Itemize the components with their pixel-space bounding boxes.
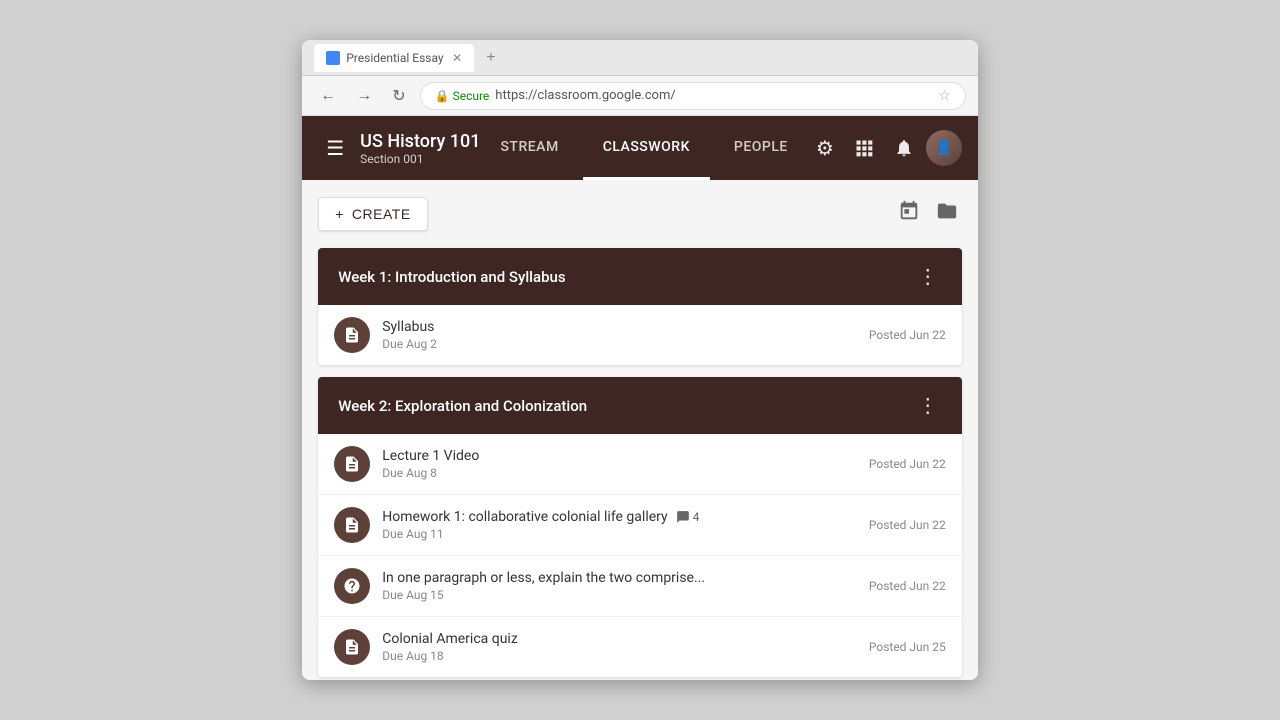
nav-classwork[interactable]: CLASSWORK	[583, 116, 710, 180]
reload-button[interactable]: ↻	[386, 84, 411, 108]
comment-count: 4	[693, 510, 700, 524]
tab-favicon	[326, 51, 340, 65]
assignment-paragraph-posted: Posted Jun 22	[869, 579, 946, 593]
secure-badge: 🔒 Secure	[435, 89, 490, 103]
assignment-syllabus-posted: Posted Jun 22	[869, 328, 946, 342]
address-bar[interactable]: 🔒 Secure https://classroom.google.com/ ☆	[420, 82, 966, 110]
assignment-syllabus-title: Syllabus	[382, 319, 434, 335]
assignment-paragraph-question[interactable]: In one paragraph or less, explain the tw…	[318, 556, 962, 617]
assignment-homework1[interactable]: Homework 1: collaborative colonial life …	[318, 495, 962, 556]
assignment-icon-lecture1	[334, 446, 370, 482]
assignment-homework1-posted: Posted Jun 22	[869, 518, 946, 532]
assignment-colonial-quiz-title-row: Colonial America quiz	[382, 631, 857, 647]
assignment-homework1-title-row: Homework 1: collaborative colonial life …	[382, 509, 857, 525]
assignment-homework1-due: Due Aug 11	[382, 527, 857, 541]
assignment-lecture1-due: Due Aug 8	[382, 466, 857, 480]
tab-close-button[interactable]: ✕	[452, 51, 462, 65]
top-nav: ☰ US History 101 Section 001 STREAM CLAS…	[302, 116, 978, 180]
assignment-paragraph-info: In one paragraph or less, explain the tw…	[382, 570, 857, 602]
topic-week2-header: Week 2: Exploration and Colonization ⋮	[318, 377, 962, 434]
apps-button[interactable]	[846, 130, 882, 166]
assignment-colonial-quiz-info: Colonial America quiz Due Aug 18	[382, 631, 857, 663]
topic-week1-header: Week 1: Introduction and Syllabus ⋮	[318, 248, 962, 305]
assignment-lecture1-title-row: Lecture 1 Video	[382, 448, 857, 464]
calendar-icon-button[interactable]	[894, 196, 924, 232]
bookmark-icon[interactable]: ☆	[938, 88, 951, 104]
assignment-syllabus-info: Syllabus Due Aug 2	[382, 319, 857, 351]
hamburger-button[interactable]: ☰	[318, 128, 352, 169]
assignment-colonial-quiz-due: Due Aug 18	[382, 649, 857, 663]
course-title: US History 101	[360, 131, 480, 152]
nav-icons: ⚙ 👤	[808, 128, 962, 169]
assignment-icon-colonial-quiz	[334, 629, 370, 665]
nav-links: STREAM CLASSWORK PEOPLE	[480, 116, 807, 180]
tab-title: Presidential Essay	[346, 51, 443, 65]
assignment-lecture1-title: Lecture 1 Video	[382, 448, 479, 464]
assignment-paragraph-title-row: In one paragraph or less, explain the tw…	[382, 570, 857, 586]
course-title-block: US History 101 Section 001	[360, 131, 480, 166]
nav-stream[interactable]: STREAM	[480, 116, 578, 180]
assignment-colonial-quiz-title: Colonial America quiz	[382, 631, 518, 647]
folder-icon-button[interactable]	[932, 196, 962, 232]
topic-week1-title: Week 1: Introduction and Syllabus	[338, 268, 565, 286]
new-tab-button[interactable]: +	[482, 49, 499, 67]
comment-badge: 4	[676, 510, 700, 524]
forward-button[interactable]: →	[350, 85, 378, 107]
create-plus-icon: +	[335, 206, 344, 222]
nav-people[interactable]: PEOPLE	[714, 116, 808, 180]
url-text: https://classroom.google.com/	[495, 88, 675, 103]
assignment-paragraph-title: In one paragraph or less, explain the tw…	[382, 570, 705, 586]
lock-icon: 🔒	[435, 89, 450, 103]
main-area[interactable]: + CREATE	[302, 180, 978, 680]
topic-week1: Week 1: Introduction and Syllabus ⋮	[318, 248, 962, 365]
back-button[interactable]: ←	[314, 85, 342, 107]
topic-week2-menu-button[interactable]: ⋮	[914, 391, 942, 420]
avatar[interactable]: 👤	[926, 130, 962, 166]
toolbar-row: + CREATE	[318, 196, 962, 232]
content-wrapper: + CREATE	[302, 196, 978, 680]
assignment-lecture1-posted: Posted Jun 22	[869, 457, 946, 471]
create-label: CREATE	[352, 206, 411, 222]
assignment-icon-homework1	[334, 507, 370, 543]
topic-week2-assignments: Lecture 1 Video Due Aug 8 Posted Jun 22	[318, 434, 962, 677]
settings-button[interactable]: ⚙	[808, 128, 842, 169]
assignment-syllabus-title-row: Syllabus	[382, 319, 857, 335]
notifications-button[interactable]	[886, 130, 922, 166]
assignment-icon-paragraph	[334, 568, 370, 604]
topic-week1-assignments: Syllabus Due Aug 2 Posted Jun 22	[318, 305, 962, 365]
assignment-icon-syllabus	[334, 317, 370, 353]
toolbar-icons	[894, 196, 962, 232]
avatar-image: 👤	[926, 130, 962, 166]
topic-week1-menu-button[interactable]: ⋮	[914, 262, 942, 291]
assignment-syllabus[interactable]: Syllabus Due Aug 2 Posted Jun 22	[318, 305, 962, 365]
assignment-colonial-quiz[interactable]: Colonial America quiz Due Aug 18 Posted …	[318, 617, 962, 677]
assignment-paragraph-due: Due Aug 15	[382, 588, 857, 602]
topic-week2: Week 2: Exploration and Colonization ⋮	[318, 377, 962, 677]
create-button[interactable]: + CREATE	[318, 197, 427, 231]
topic-week2-title: Week 2: Exploration and Colonization	[338, 397, 587, 415]
assignment-lecture1[interactable]: Lecture 1 Video Due Aug 8 Posted Jun 22	[318, 434, 962, 495]
assignment-homework1-info: Homework 1: collaborative colonial life …	[382, 509, 857, 541]
course-section: Section 001	[360, 152, 480, 166]
assignment-homework1-title: Homework 1: collaborative colonial life …	[382, 509, 667, 525]
assignment-lecture1-info: Lecture 1 Video Due Aug 8	[382, 448, 857, 480]
app-content: ☰ US History 101 Section 001 STREAM CLAS…	[302, 116, 978, 680]
browser-tab[interactable]: Presidential Essay ✕	[314, 44, 474, 72]
secure-label: Secure	[453, 89, 490, 103]
assignment-syllabus-due: Due Aug 2	[382, 337, 857, 351]
assignment-colonial-quiz-posted: Posted Jun 25	[869, 640, 946, 654]
